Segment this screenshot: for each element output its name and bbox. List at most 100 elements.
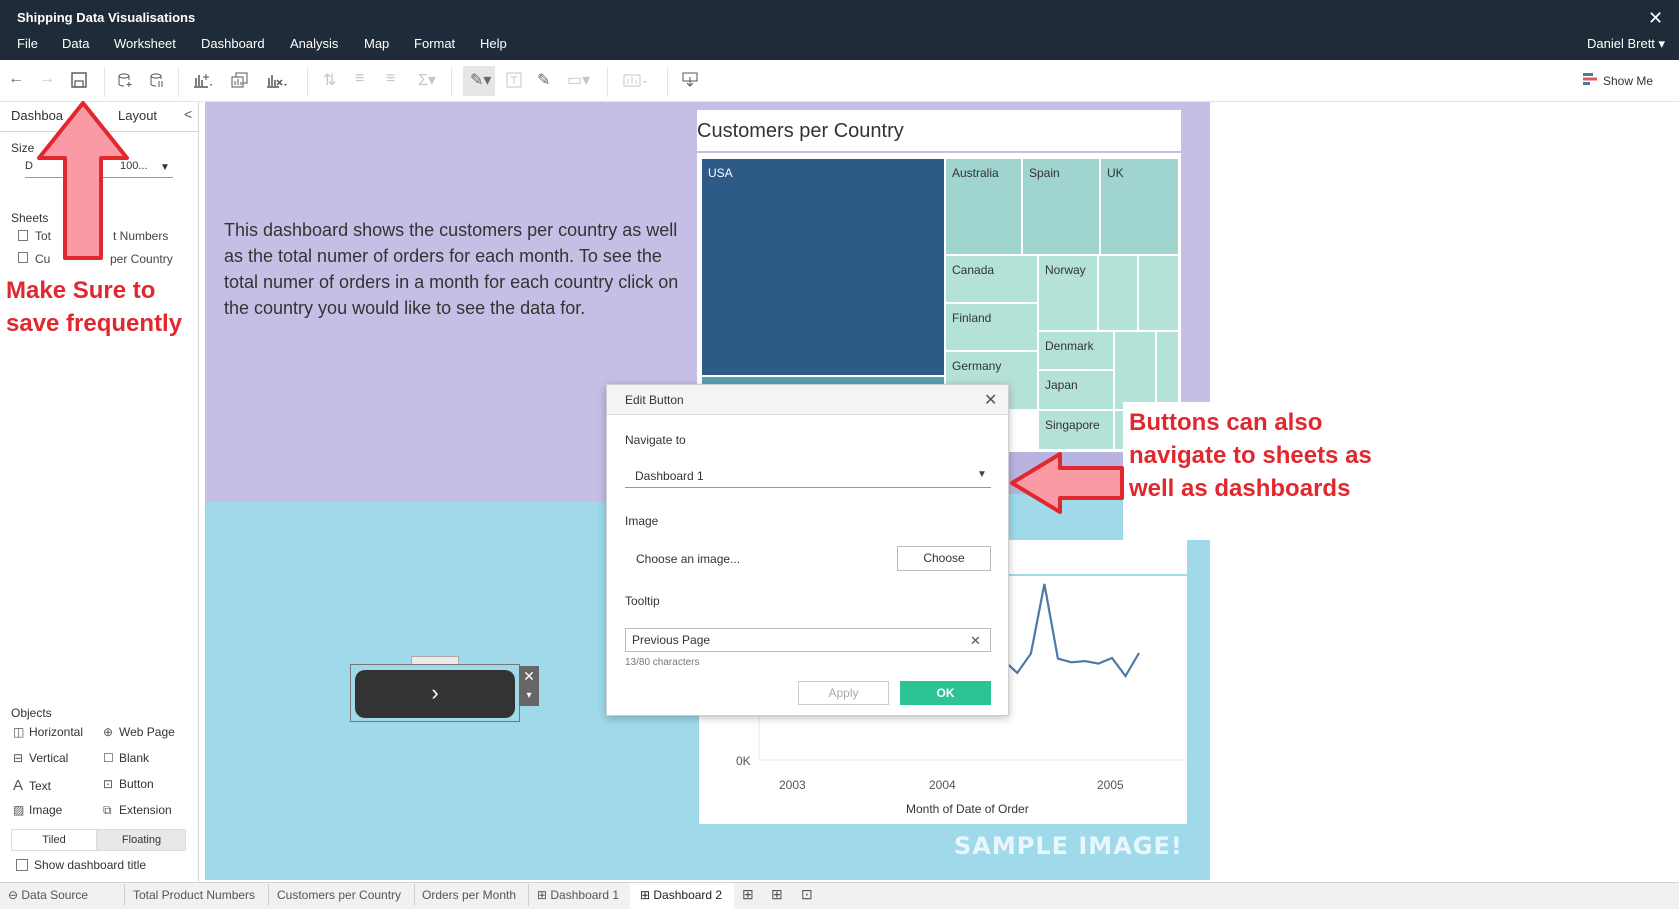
treemap-cell-japan[interactable]: Japan — [1038, 370, 1114, 410]
new-story-tab-icon[interactable]: ⊡ — [801, 886, 813, 903]
treemap-cell-uk[interactable]: UK — [1100, 158, 1179, 255]
new-dashboard-tab-icon[interactable]: ⊞ — [771, 886, 783, 903]
tab-dashboard-1-label: Dashboard 1 — [550, 888, 620, 902]
object-web-page[interactable]: ⊕ Web Page — [103, 725, 175, 739]
blank-icon: ☐ — [103, 751, 114, 765]
menu-file[interactable]: File — [17, 36, 38, 51]
toolbar-separator — [451, 67, 452, 97]
tab-sheet[interactable]: Customers per Country — [277, 888, 401, 902]
treemap-cell[interactable] — [1138, 255, 1179, 331]
globe-icon: ⊕ — [103, 725, 114, 739]
menu-worksheet[interactable]: Worksheet — [114, 36, 176, 51]
object-horizontal[interactable]: ◫ Horizontal — [13, 725, 83, 739]
new-data-source-icon[interactable] — [117, 72, 133, 93]
show-dashboard-title-label: Show dashboard title — [34, 858, 147, 872]
highlight-icon[interactable]: ✎▾ — [463, 66, 495, 96]
show-cards-icon[interactable] — [623, 72, 649, 93]
tab-sheet[interactable]: Orders per Month — [422, 888, 516, 902]
fit-icon[interactable]: ▭▾ — [567, 70, 590, 90]
size-heading: Size — [11, 141, 35, 155]
treemap-cell-usa[interactable]: USA — [701, 158, 945, 376]
treemap-cell-singapore[interactable]: Singapore — [1038, 410, 1114, 450]
sort-descending-icon[interactable]: ≡ — [386, 70, 395, 88]
apply-button[interactable]: Apply — [798, 681, 889, 705]
more-options-icon[interactable]: ▾ — [519, 686, 539, 706]
tab-separator — [414, 884, 415, 906]
dashboard-icon: ⊞ — [537, 888, 551, 902]
dashboard-description-text[interactable]: This dashboard shows the customers per c… — [224, 217, 684, 321]
navigation-button[interactable]: › — [355, 670, 515, 718]
ok-button[interactable]: OK — [900, 681, 991, 705]
menu-data[interactable]: Data — [62, 36, 89, 51]
treemap-cell-norway[interactable]: Norway — [1038, 255, 1098, 331]
chevron-down-icon[interactable]: ▼ — [977, 469, 987, 480]
treemap-cell-spain[interactable]: Spain — [1022, 158, 1100, 255]
tooltip-label: Tooltip — [625, 594, 660, 608]
close-icon[interactable]: ✕ — [519, 666, 539, 686]
button-icon: ⊡ — [103, 777, 114, 791]
object-extension[interactable]: ⧉ Extension — [103, 803, 172, 818]
object-button[interactable]: ⊡ Button — [103, 777, 154, 791]
treemap-cell-australia[interactable]: Australia — [945, 158, 1022, 255]
user-menu[interactable]: Daniel Brett ▾ — [1587, 36, 1665, 52]
pause-updates-icon[interactable] — [149, 72, 165, 93]
text-icon: A — [13, 777, 24, 794]
swap-icon[interactable]: ⇅ — [323, 70, 336, 90]
object-blank[interactable]: ☐ Blank — [103, 751, 149, 765]
new-worksheet-icon[interactable] — [193, 72, 213, 93]
treemap-cell[interactable] — [1098, 255, 1138, 331]
object-vertical[interactable]: ⊟ Vertical — [13, 751, 68, 765]
tab-data-source[interactable]: ⊖ Data Source — [8, 888, 88, 902]
floating-toggle[interactable]: Floating — [97, 829, 186, 851]
image-field[interactable]: Choose an image... — [636, 552, 740, 566]
tab-sheet[interactable]: Total Product Numbers — [133, 888, 255, 902]
object-blank-label: Blank — [119, 751, 150, 765]
object-image[interactable]: ▨ Image — [13, 803, 62, 817]
object-extension-label: Extension — [119, 803, 172, 817]
save-icon[interactable] — [71, 72, 87, 93]
tab-dashboard-2[interactable]: ⊞ Dashboard 2 — [640, 888, 722, 902]
menu-map[interactable]: Map — [364, 36, 389, 51]
sample-image-watermark: SAMPLE IMAGE! — [954, 832, 1183, 860]
undo-icon[interactable]: ← — [8, 70, 24, 88]
annotation-save-callout: Make Sure to save frequently — [0, 270, 190, 345]
navigate-to-select[interactable]: Dashboard 1 — [625, 464, 991, 488]
show-dashboard-title-checkbox[interactable]: Show dashboard title — [16, 858, 146, 872]
tiled-toggle[interactable]: Tiled — [11, 829, 97, 851]
close-window-button[interactable]: ✕ — [1648, 8, 1663, 29]
choose-image-button[interactable]: Choose — [897, 546, 991, 571]
duplicate-icon[interactable] — [231, 72, 249, 93]
menu-dashboard[interactable]: Dashboard — [201, 36, 265, 51]
menu-analysis[interactable]: Analysis — [290, 36, 338, 51]
clear-icon[interactable]: ✕ — [970, 633, 981, 649]
treemap-cell-canada[interactable]: Canada — [945, 255, 1038, 303]
tab-dashboard-1[interactable]: ⊞ Dashboard 1 — [537, 888, 619, 902]
menu-format[interactable]: Format — [414, 36, 455, 51]
clear-sheet-icon[interactable] — [266, 72, 288, 93]
chevron-down-icon[interactable]: ▼ — [160, 162, 170, 173]
puzzle-icon: ⧉ — [103, 803, 112, 817]
treemap-cell[interactable] — [1114, 331, 1156, 410]
labels-icon[interactable] — [506, 72, 522, 93]
treemap-cell[interactable] — [1156, 331, 1179, 410]
dialog-close-button[interactable]: ✕ — [984, 390, 997, 410]
object-text[interactable]: A Text — [13, 777, 51, 794]
dialog-title: Edit Button — [625, 393, 684, 407]
show-me-button[interactable]: Show Me — [1583, 73, 1653, 88]
collapse-pane-button[interactable]: < — [184, 106, 192, 122]
totals-icon[interactable]: Σ▾ — [418, 70, 436, 90]
new-worksheet-tab-icon[interactable]: ⊞ — [742, 886, 754, 903]
sheet-icon — [18, 230, 28, 241]
annotate-icon[interactable]: ✎ — [537, 70, 550, 90]
treemap-cell-denmark[interactable]: Denmark — [1038, 331, 1114, 370]
tooltip-input[interactable]: Previous Page — [625, 628, 991, 652]
sort-ascending-icon[interactable]: ≡ — [355, 70, 364, 88]
presentation-mode-icon[interactable] — [682, 72, 698, 93]
size-select-value-left: D — [25, 160, 33, 172]
redo-icon[interactable]: → — [39, 70, 55, 88]
treemap-cell-finland[interactable]: Finland — [945, 303, 1038, 351]
menu-help[interactable]: Help — [480, 36, 507, 51]
tab-dashboard-2-label: Dashboard 2 — [653, 888, 723, 902]
character-count: 13/80 characters — [625, 657, 700, 668]
image-icon: ▨ — [13, 803, 25, 817]
